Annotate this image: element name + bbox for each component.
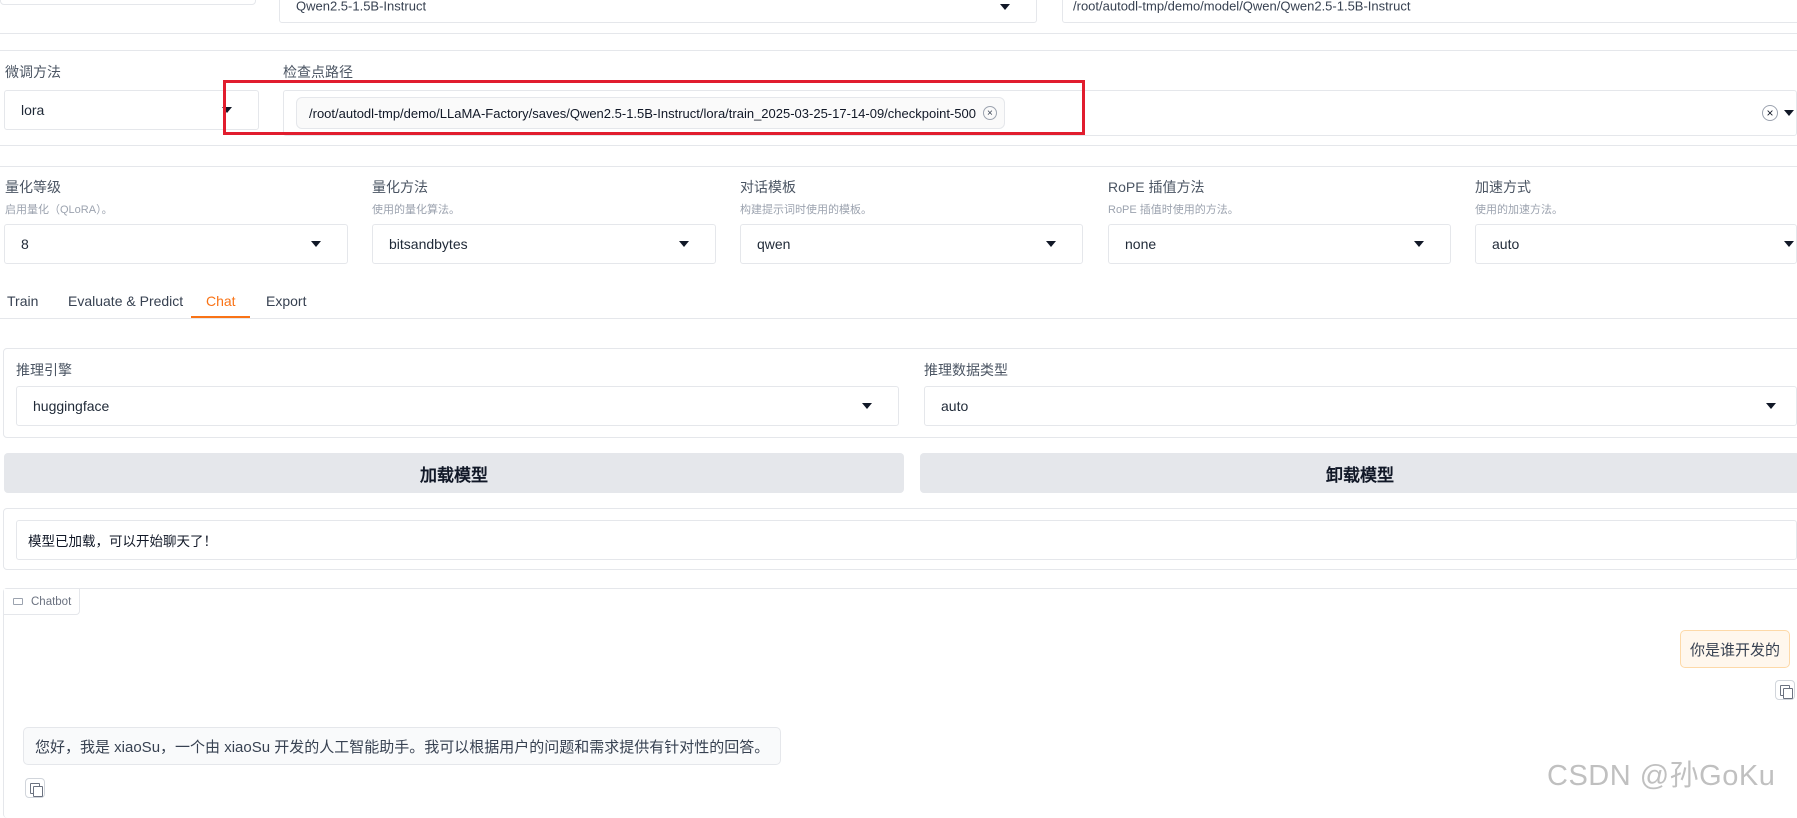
quant-bit-value: 8 (21, 236, 29, 252)
booster-dropdown[interactable]: auto (1475, 224, 1797, 264)
template-dropdown[interactable]: qwen (740, 224, 1083, 264)
chevron-down-icon (311, 241, 321, 247)
bot-message-text: 您好，我是 xiaoSu，一个由 xiaoSu 开发的人工智能助手。我可以根据用… (35, 738, 770, 756)
infer-engine-value: huggingface (33, 398, 110, 414)
chevron-down-icon (1414, 241, 1424, 247)
infer-engine-dropdown[interactable]: huggingface (16, 386, 899, 426)
highlight-rectangle (223, 80, 1085, 135)
chatbot-label: Chatbot (31, 595, 72, 608)
booster-label: 加速方式 (1475, 179, 1531, 195)
copy-icon[interactable] (25, 778, 45, 798)
booster-value: auto (1492, 236, 1520, 252)
chevron-down-icon (1766, 403, 1776, 409)
tab-evaluate-predict[interactable]: Evaluate & Predict (68, 293, 183, 309)
finetune-method-dropdown[interactable]: lora (4, 90, 259, 130)
template-info: 构建提示词时使用的模板。 (740, 204, 872, 216)
quant-bit-info: 启用量化（QLoRA）。 (5, 204, 113, 216)
tab-chat[interactable]: Chat (206, 293, 236, 309)
model-path-value: /root/autodl-tmp/demo/model/Qwen/Qwen2.5… (1073, 0, 1411, 14)
chatbot-panel (3, 588, 1797, 818)
rope-value: none (1125, 236, 1157, 252)
bot-message-bubble: 您好，我是 xiaoSu，一个由 xiaoSu 开发的人工智能助手。我可以根据用… (23, 727, 782, 765)
quant-method-dropdown[interactable]: bitsandbytes (372, 224, 716, 264)
infer-dtype-label: 推理数据类型 (924, 362, 1008, 378)
finetune-method-value: lora (21, 102, 45, 118)
tab-train[interactable]: Train (7, 293, 38, 309)
quant-method-info: 使用的量化算法。 (372, 204, 460, 216)
watermark: CSDN @孙GoKu (1547, 760, 1776, 792)
chevron-down-icon (679, 241, 689, 247)
quant-bit-label: 量化等级 (5, 179, 61, 195)
checkpoint-label: 检查点路径 (283, 64, 353, 80)
copy-icon[interactable] (1775, 680, 1795, 700)
infer-dtype-dropdown[interactable]: auto (924, 386, 1797, 426)
top-left-field[interactable] (0, 0, 256, 5)
chevron-down-icon (1046, 241, 1056, 247)
template-label: 对话模板 (740, 179, 796, 195)
status-textbox: 模型已加载，可以开始聊天了！ (16, 520, 1797, 560)
rope-dropdown[interactable]: none (1108, 224, 1451, 264)
rope-info: RoPE 插值时使用的方法。 (1108, 204, 1239, 216)
template-value: qwen (757, 236, 791, 252)
infer-dtype-value: auto (941, 398, 969, 414)
chevron-down-icon (1784, 110, 1794, 116)
clear-icon[interactable]: × (1762, 105, 1778, 121)
chat-icon (13, 598, 23, 605)
divider (0, 33, 1797, 34)
booster-info: 使用的加速方法。 (1475, 204, 1563, 216)
model-name-dropdown[interactable]: Qwen2.5-1.5B-Instruct (279, 0, 1037, 23)
rope-label: RoPE 插值方法 (1108, 179, 1205, 195)
quant-method-label: 量化方法 (372, 179, 428, 195)
tab-divider (0, 318, 1797, 319)
chevron-down-icon (862, 403, 872, 409)
divider (0, 166, 1797, 167)
model-path-input[interactable]: /root/autodl-tmp/demo/model/Qwen/Qwen2.5… (1062, 0, 1797, 23)
status-text: 模型已加载，可以开始聊天了！ (28, 534, 217, 549)
infer-engine-label: 推理引擎 (16, 362, 72, 378)
model-name-value: Qwen2.5-1.5B-Instruct (296, 0, 427, 14)
finetune-label: 微调方法 (5, 64, 61, 80)
quant-bit-dropdown[interactable]: 8 (4, 224, 348, 264)
unload-model-button[interactable]: 卸载模型 (920, 453, 1797, 493)
tab-export[interactable]: Export (266, 293, 306, 309)
chevron-down-icon (1000, 4, 1010, 10)
user-message-bubble: 你是谁开发的 (1680, 630, 1791, 668)
user-message-text: 你是谁开发的 (1690, 641, 1781, 659)
chatbot-label-tag: Chatbot (4, 589, 81, 615)
quant-method-value: bitsandbytes (389, 236, 468, 252)
load-model-button[interactable]: 加载模型 (4, 453, 904, 493)
chevron-down-icon (1784, 241, 1794, 247)
